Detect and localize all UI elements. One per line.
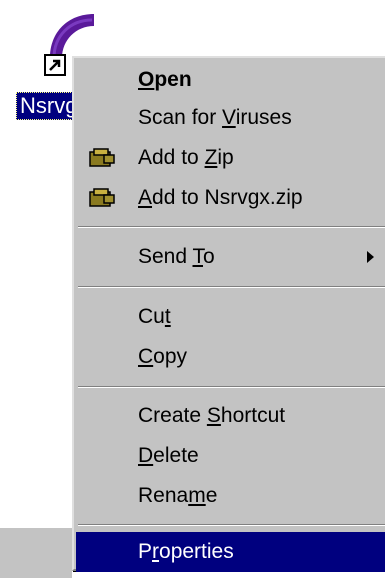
menu-item-create-shortcut[interactable]: Create Shortcut <box>76 396 385 436</box>
menu-item-scan-for-viruses[interactable]: Scan for Viruses <box>76 98 385 138</box>
menu-item-add-to-nsrvgx-zip[interactable]: Add to Nsrvgx.zip <box>76 178 385 218</box>
menu-item-label: Scan for Viruses <box>138 106 292 129</box>
menu-item-label: Add to Zip <box>138 146 234 169</box>
menu-item-label: Rename <box>138 484 218 507</box>
context-menu: Open Scan for Viruses Add to Zip Add to … <box>72 56 385 572</box>
desktop: Nsrvg Open Scan for Viruses Add to Zip A… <box>0 0 385 578</box>
menu-item-send-to[interactable]: Send To <box>76 237 385 277</box>
menu-item-delete[interactable]: Delete <box>76 436 385 476</box>
menu-item-label: Open <box>138 68 192 91</box>
winzip-icon <box>89 188 115 207</box>
menu-item-cut[interactable]: Cut <box>76 297 385 337</box>
menu-item-label: Copy <box>138 345 188 368</box>
menu-item-copy[interactable]: Copy <box>76 337 385 377</box>
menu-item-label: Add to Nsrvgx.zip <box>138 186 303 209</box>
menu-item-label: Properties <box>138 540 234 563</box>
shortcut-arrow-icon <box>44 54 66 76</box>
menu-item-label: Cut <box>138 305 171 328</box>
submenu-arrow-icon <box>367 251 374 263</box>
menu-separator <box>78 524 385 526</box>
menu-item-label: Create Shortcut <box>138 404 286 427</box>
menu-separator <box>78 386 385 388</box>
menu-item-label: Send To <box>138 245 215 268</box>
winzip-icon <box>89 148 115 167</box>
menu-item-add-to-zip[interactable]: Add to Zip <box>76 138 385 178</box>
menu-item-label: Delete <box>138 444 199 467</box>
menu-separator <box>78 226 385 228</box>
menu-item-open[interactable]: Open <box>76 60 385 100</box>
menu-separator <box>78 286 385 288</box>
taskbar-fragment <box>0 528 72 578</box>
menu-item-properties[interactable]: Properties <box>76 532 385 572</box>
menu-item-rename[interactable]: Rename <box>76 476 385 516</box>
